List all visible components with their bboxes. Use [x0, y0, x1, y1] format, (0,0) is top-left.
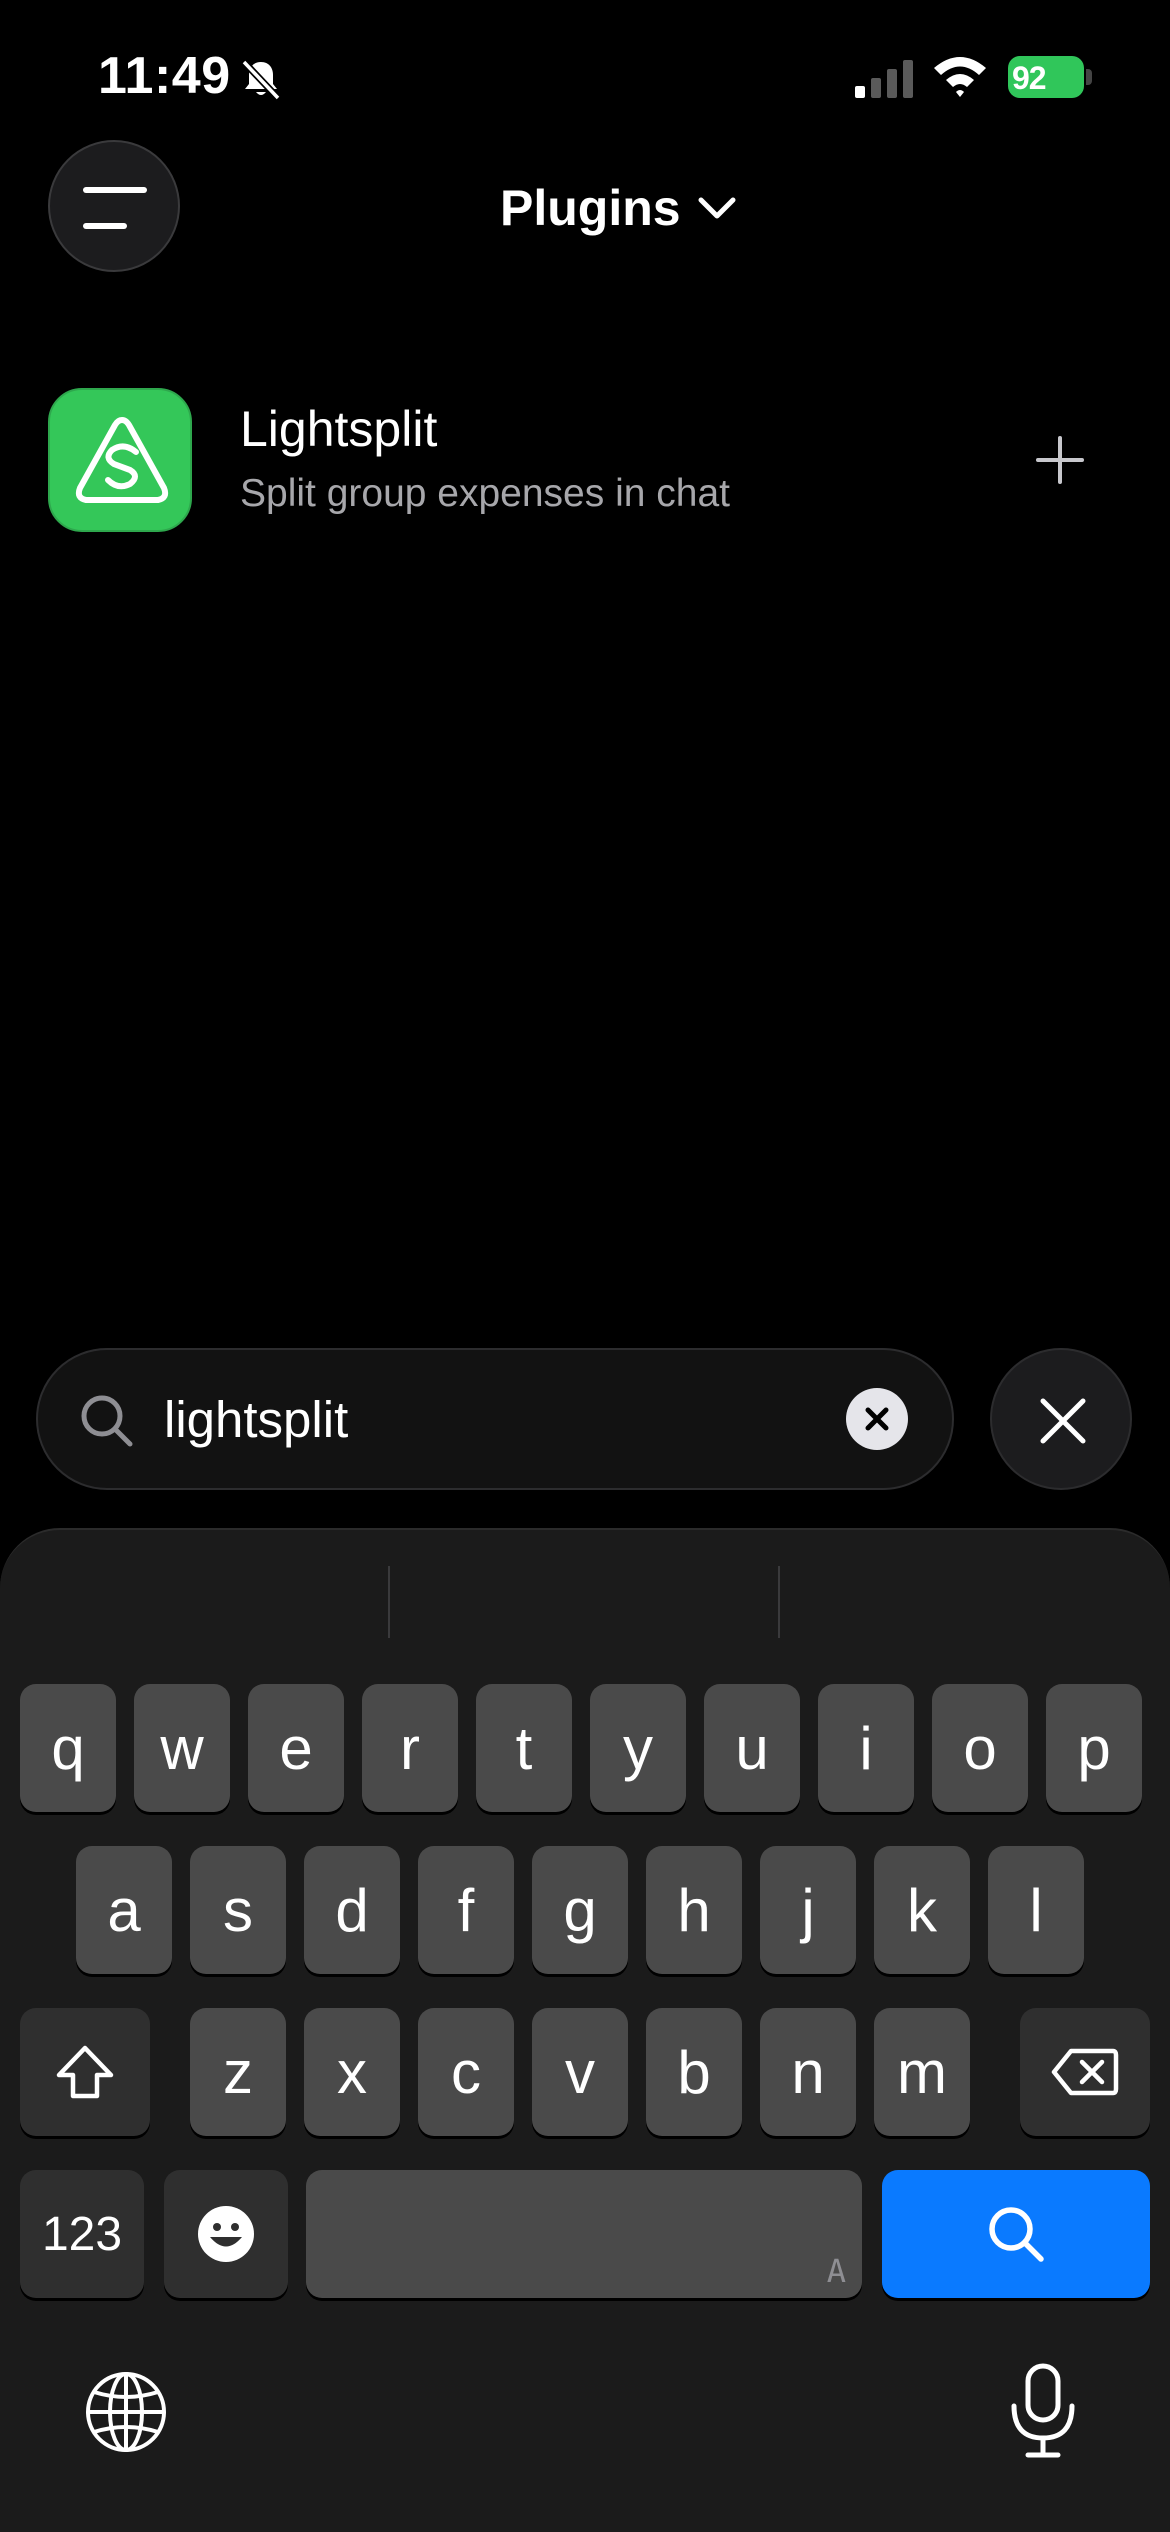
key-w[interactable]: w [134, 1684, 230, 1812]
hamburger-icon [83, 187, 147, 229]
key-s[interactable]: s [190, 1846, 286, 1974]
battery-indicator: 92 [1008, 56, 1092, 98]
key-t[interactable]: t [476, 1684, 572, 1812]
title-dropdown[interactable]: Plugins [500, 176, 737, 240]
space-key-hint: A [826, 2252, 846, 2290]
clear-search-button[interactable] [846, 1388, 908, 1450]
key-n[interactable]: n [760, 2008, 856, 2136]
key-m[interactable]: m [874, 2008, 970, 2136]
plugin-description: Split group expenses in chat [240, 472, 730, 515]
lightsplit-logo-icon [75, 417, 169, 503]
globe-icon[interactable] [84, 2370, 168, 2454]
key-o[interactable]: o [932, 1684, 1028, 1812]
close-icon [1040, 1398, 1086, 1444]
key-y[interactable]: y [590, 1684, 686, 1812]
key-u[interactable]: u [704, 1684, 800, 1812]
key-b[interactable]: b [646, 2008, 742, 2136]
search-input[interactable]: lightsplit [36, 1348, 954, 1490]
key-x[interactable]: x [304, 2008, 400, 2136]
battery-tip [1086, 69, 1092, 85]
numbers-key[interactable]: 123 [20, 2170, 144, 2298]
key-q[interactable]: q [20, 1684, 116, 1812]
space-key[interactable]: A [306, 2170, 862, 2298]
key-h[interactable]: h [646, 1846, 742, 1974]
status-time: 11:49 [98, 47, 231, 105]
close-search-button[interactable] [990, 1348, 1132, 1490]
microphone-icon[interactable] [1008, 2362, 1078, 2460]
key-r[interactable]: r [362, 1684, 458, 1812]
chevron-down-icon [698, 197, 736, 219]
key-c[interactable]: c [418, 2008, 514, 2136]
plugin-list-item[interactable]: Lightsplit Split group expenses in chat [0, 380, 1170, 540]
suggestion-divider [778, 1566, 780, 1638]
plus-icon[interactable] [1030, 430, 1090, 490]
emoji-key[interactable] [164, 2170, 288, 2298]
search-input-value[interactable]: lightsplit [164, 1390, 348, 1449]
shift-icon [56, 2045, 114, 2099]
key-p[interactable]: p [1046, 1684, 1142, 1812]
key-l[interactable]: l [988, 1846, 1084, 1974]
shift-key[interactable] [20, 2008, 150, 2136]
cellular-signal-icon [855, 60, 913, 98]
key-e[interactable]: e [248, 1684, 344, 1812]
wifi-icon [934, 57, 986, 97]
key-v[interactable]: v [532, 2008, 628, 2136]
backspace-key[interactable] [1020, 2008, 1150, 2136]
page-title: Plugins [500, 180, 681, 236]
battery-level: 92 [1012, 60, 1047, 96]
key-z[interactable]: z [190, 2008, 286, 2136]
key-k[interactable]: k [874, 1846, 970, 1974]
emoji-icon [198, 2206, 254, 2262]
search-icon [81, 1395, 133, 1447]
key-g[interactable]: g [532, 1846, 628, 1974]
bell-muted-icon [241, 59, 281, 101]
backspace-icon [1051, 2048, 1119, 2096]
key-a[interactable]: a [76, 1846, 172, 1974]
key-i[interactable]: i [818, 1684, 914, 1812]
plugin-name: Lightsplit [240, 401, 438, 457]
suggestion-divider [388, 1566, 390, 1638]
menu-button[interactable] [48, 140, 180, 272]
key-d[interactable]: d [304, 1846, 400, 1974]
search-icon [989, 2207, 1044, 2262]
plugin-app-icon [48, 388, 192, 532]
key-j[interactable]: j [760, 1846, 856, 1974]
status-bar: 11:49 92 [0, 0, 1170, 150]
keyboard: q w e r t y u i o p a s d f g h j k l z … [0, 1528, 1170, 2532]
key-f[interactable]: f [418, 1846, 514, 1974]
search-key[interactable] [882, 2170, 1150, 2298]
clear-x-icon [865, 1407, 889, 1431]
